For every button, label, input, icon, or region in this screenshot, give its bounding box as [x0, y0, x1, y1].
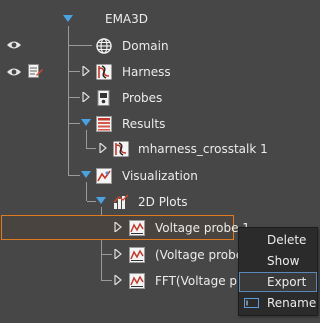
- tree-item-harness[interactable]: Harness: [122, 65, 171, 79]
- menu-item-label: Rename: [267, 296, 317, 310]
- root-expand-arrow[interactable]: [63, 14, 73, 24]
- line-plot-icon: [129, 247, 145, 263]
- eye-icon[interactable]: [6, 39, 22, 51]
- tree-item-domain[interactable]: Domain: [122, 39, 169, 53]
- tree-item-result[interactable]: mharness_crosstalk 1: [138, 142, 268, 156]
- plot-item-voltage-probe-1[interactable]: Voltage probe 1: [155, 221, 250, 235]
- tree-item-results[interactable]: Results: [122, 117, 165, 131]
- harness-result-icon: [113, 141, 129, 157]
- line-plot-icon: [129, 220, 145, 236]
- tree-item-probes[interactable]: Probes: [122, 91, 162, 105]
- results-table-icon: [96, 116, 112, 132]
- collapse-arrow[interactable]: [96, 196, 106, 206]
- expand-arrow[interactable]: [81, 92, 91, 102]
- visualization-icon: [96, 168, 112, 184]
- expand-arrow[interactable]: [81, 66, 91, 76]
- edit-document-icon[interactable]: [27, 63, 43, 79]
- menu-item-rename[interactable]: Rename: [239, 293, 317, 313]
- bar-chart-icon: [113, 194, 129, 209]
- globe-icon: [96, 38, 112, 54]
- context-menu: Delete Show Export Rename: [238, 227, 318, 316]
- menu-item-label: Delete: [267, 233, 307, 247]
- tree-root-label[interactable]: EMA3D: [105, 12, 148, 26]
- eye-icon[interactable]: [6, 66, 22, 78]
- menu-item-show[interactable]: Show: [239, 251, 317, 271]
- expand-arrow[interactable]: [113, 222, 123, 232]
- menu-item-delete[interactable]: Delete: [239, 230, 317, 250]
- tree-item-visualization[interactable]: Visualization: [122, 169, 198, 183]
- collapse-arrow[interactable]: [81, 170, 91, 180]
- menu-item-export[interactable]: Export: [239, 272, 317, 292]
- expand-arrow[interactable]: [98, 143, 108, 153]
- probe-icon: [97, 90, 110, 106]
- tree-item-2d-plots[interactable]: 2D Plots: [138, 195, 188, 209]
- menu-item-label: Show: [267, 254, 300, 268]
- expand-arrow[interactable]: [113, 249, 123, 259]
- menu-item-label: Export: [267, 275, 307, 289]
- expand-arrow[interactable]: [113, 275, 123, 285]
- line-plot-icon: [129, 273, 145, 289]
- harness-icon: [96, 64, 112, 80]
- collapse-arrow[interactable]: [81, 118, 91, 128]
- rename-icon: [244, 298, 259, 308]
